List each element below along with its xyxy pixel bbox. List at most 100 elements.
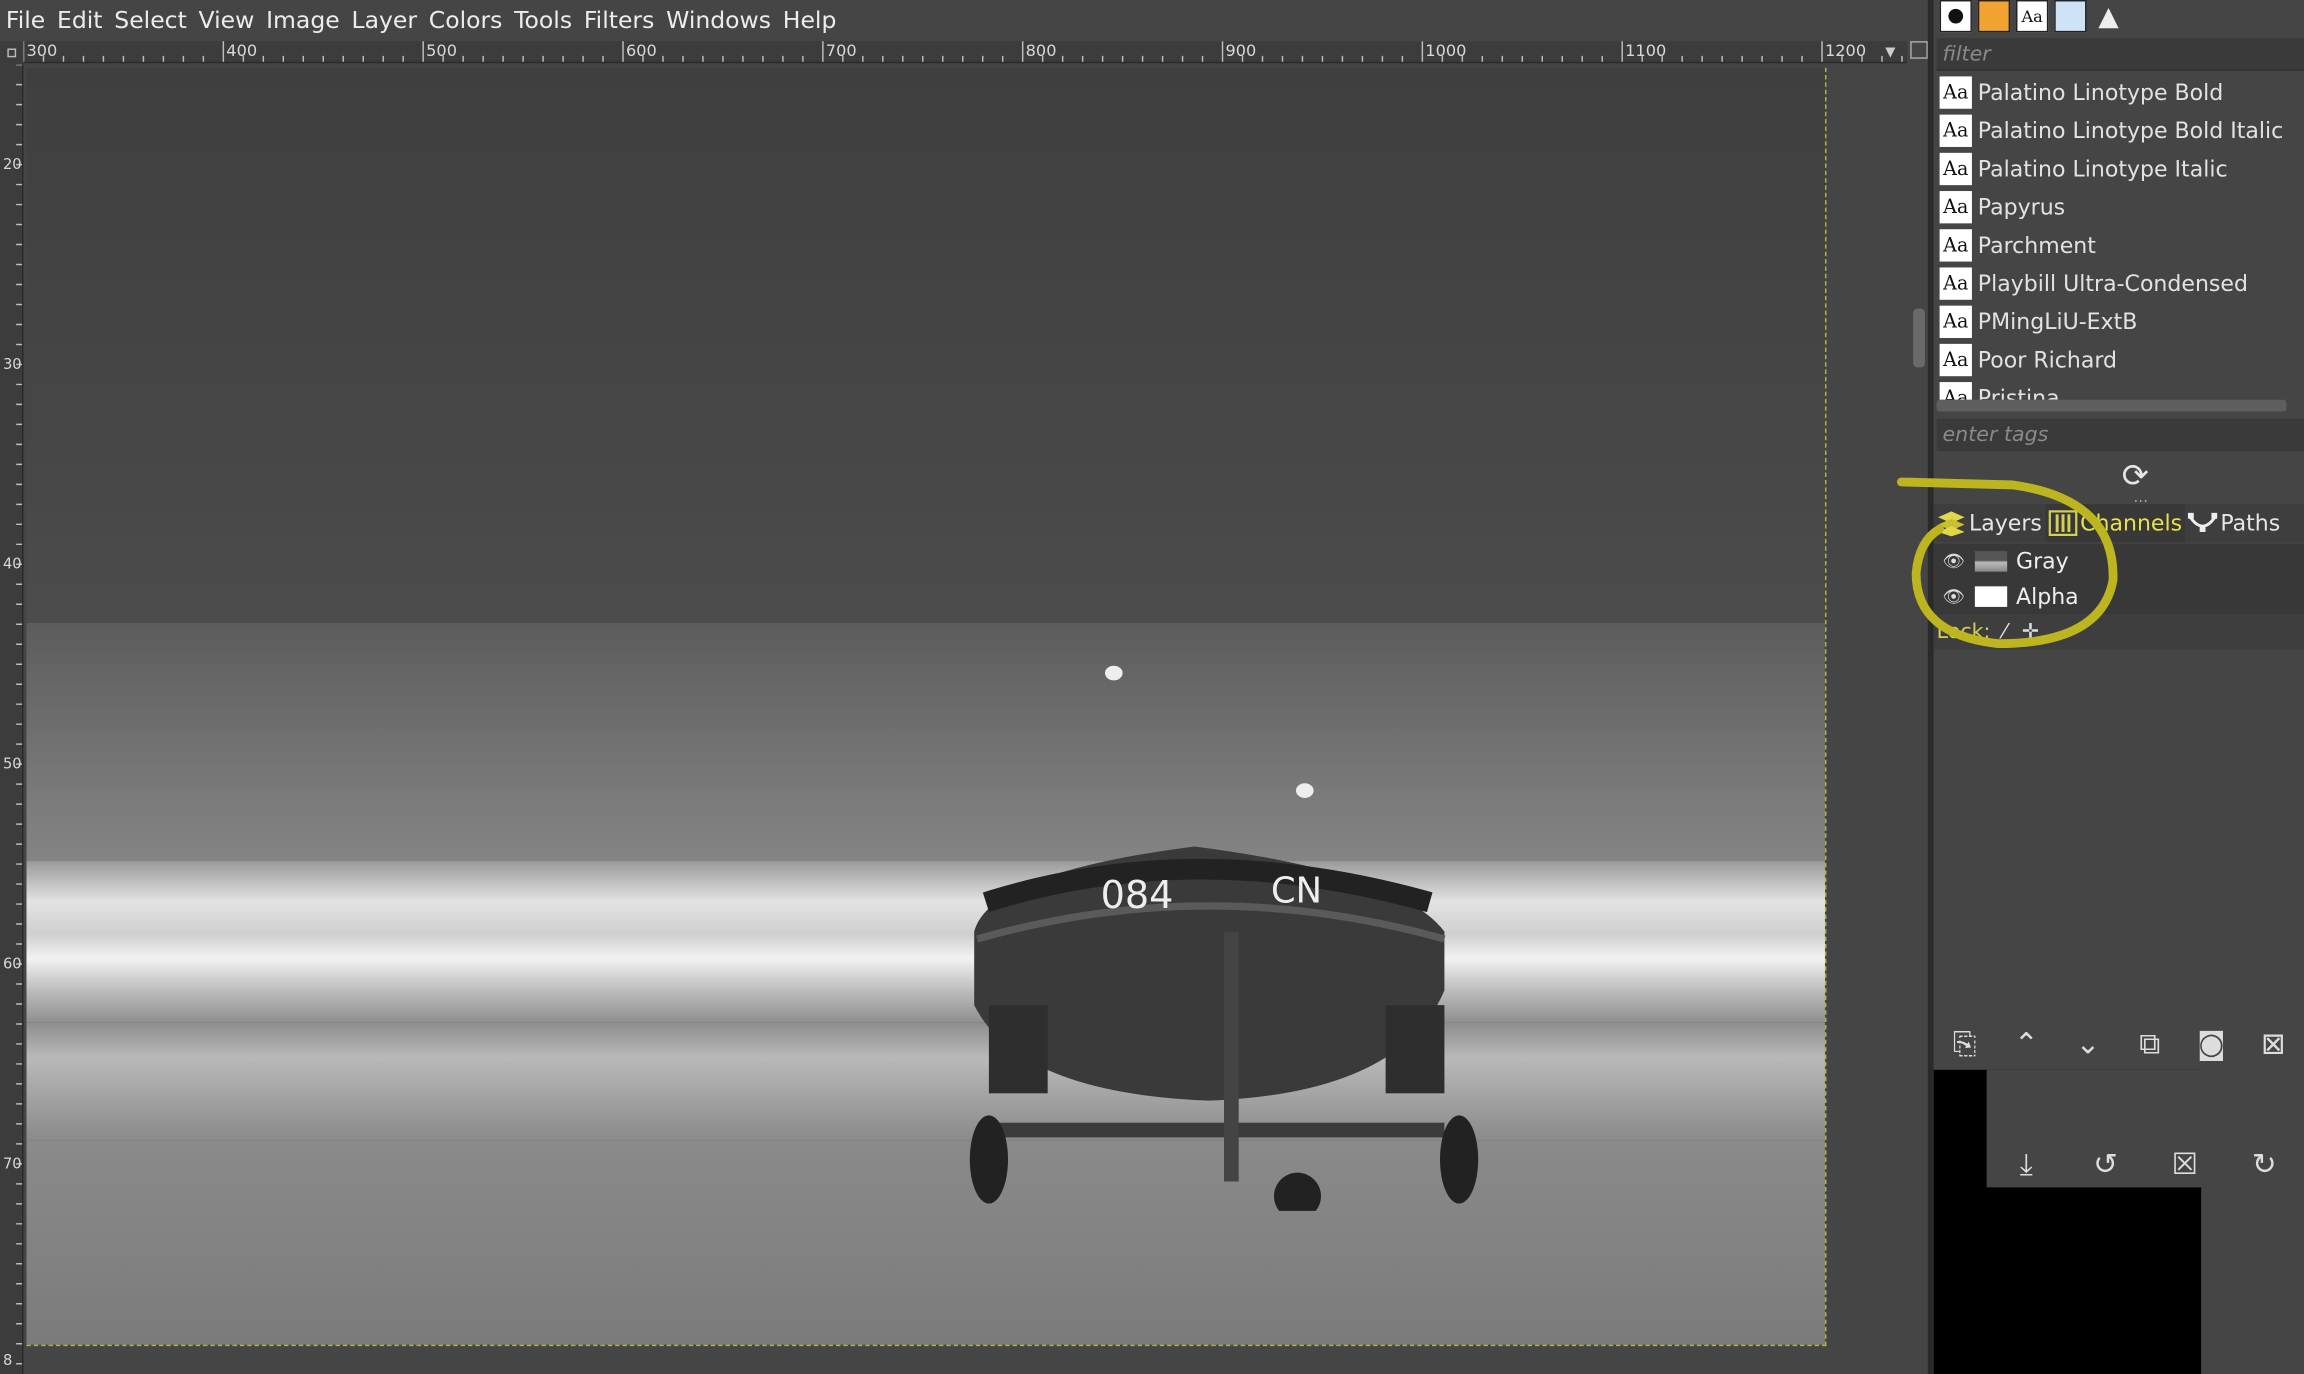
menu-windows[interactable]: Windows: [666, 6, 771, 34]
chevron-down-icon[interactable]: ▼: [1885, 46, 1895, 61]
menu-file[interactable]: File: [6, 6, 45, 34]
font-preview-icon: Aa: [1939, 76, 1972, 109]
list-item[interactable]: Aa Palatino Linotype Bold Italic: [1934, 112, 2304, 150]
font-preview-icon: Aa: [1939, 152, 1972, 186]
delete-channel-icon[interactable]: ⊠: [2251, 1026, 2295, 1061]
font-list-scrollbar[interactable]: [1936, 399, 2287, 412]
menu-edit[interactable]: Edit: [57, 6, 103, 34]
tab-channels[interactable]: Channels: [2044, 504, 2186, 543]
right-dock: Aa ▲ filter Aa Palatino Linotype Bold Aa…: [1933, 0, 2304, 1374]
list-item[interactable]: Aa Pristina: [1934, 379, 2304, 400]
ruler-label: 1100: [1625, 41, 1667, 61]
lock-pixels-icon[interactable]: ⁄: [2003, 620, 2006, 644]
boat-letters: CN: [1271, 870, 1322, 911]
eye-icon[interactable]: 👁: [1943, 551, 1967, 572]
channels-icon: [2048, 510, 2077, 537]
document-history-icon[interactable]: [2054, 0, 2087, 33]
tab-paths[interactable]: Paths: [2185, 504, 2283, 542]
pattern-icon[interactable]: [1977, 0, 2011, 33]
font-preview-icon: Aa: [1939, 114, 1972, 147]
ruler-label: 400: [226, 41, 258, 61]
font-preview-icon: Aa: [1939, 267, 1972, 300]
horizontal-ruler[interactable]: 300 400 500 600 700 800 900 1000 1100 12…: [23, 41, 1908, 64]
buoy: [1296, 783, 1314, 798]
ruler-label: 700: [2, 1156, 22, 1173]
eye-icon[interactable]: 👁: [1943, 586, 1967, 607]
fonts-icon[interactable]: Aa: [2016, 0, 2049, 33]
new-channel-icon[interactable]: ⎘: [1943, 1026, 1987, 1061]
channel-to-selection-icon[interactable]: ◙: [2189, 1026, 2233, 1061]
tab-label: Paths: [2220, 509, 2281, 537]
restore-options-icon[interactable]: ↺: [2084, 1146, 2128, 1181]
list-item[interactable]: Aa Palatino Linotype Bold: [1934, 73, 2304, 111]
layers-icon: [1938, 511, 1965, 537]
channel-row-alpha[interactable]: 👁 Alpha: [1933, 578, 2304, 615]
font-list[interactable]: Aa Palatino Linotype Bold Aa Palatino Li…: [1934, 73, 2304, 400]
tags-input[interactable]: enter tags: [1936, 418, 2304, 452]
boat-number: 084: [1101, 874, 1174, 918]
font-name: Palatino Linotype Italic: [1977, 155, 2228, 183]
list-item[interactable]: Aa Playbill Ultra-Condensed: [1934, 265, 2304, 303]
ruler-label: 300: [2, 357, 22, 374]
list-item[interactable]: Aa Poor Richard: [1934, 341, 2304, 379]
lock-row: Lock: ⁄ ✛: [1933, 614, 2304, 650]
font-name: Papyrus: [1977, 193, 2066, 221]
refresh-icon[interactable]: ⟳: [2122, 458, 2149, 495]
ruler-label: 500: [2, 756, 22, 773]
brush-icon[interactable]: [1939, 0, 1972, 33]
quick-mask-toggle[interactable]: [0, 41, 24, 65]
image-photo[interactable]: 084 CN: [26, 67, 1827, 1347]
menu-view[interactable]: View: [199, 6, 255, 34]
menu-filters[interactable]: Filters: [584, 6, 654, 34]
tab-layers[interactable]: Layers: [1934, 504, 2045, 542]
list-item[interactable]: Aa Papyrus: [1934, 188, 2304, 226]
lock-label: Lock:: [1936, 620, 1991, 644]
image-canvas[interactable]: 084 CN: [23, 64, 1928, 1374]
photo-surf: [26, 861, 1825, 1023]
lower-channel-icon[interactable]: ⌄: [2066, 1026, 2110, 1061]
raise-channel-icon[interactable]: ⌃: [2004, 1026, 2048, 1061]
ruler-label: 400: [2, 556, 22, 574]
navigate-icon[interactable]: [1910, 41, 1928, 59]
lock-position-icon[interactable]: ✛: [2022, 620, 2039, 644]
menu-help[interactable]: Help: [783, 6, 837, 34]
delete-options-icon[interactable]: ☒: [2163, 1146, 2207, 1181]
canvas-scrollbar[interactable]: [1913, 308, 1925, 368]
reset-options-icon[interactable]: ↻: [2242, 1146, 2286, 1181]
font-name: Palatino Linotype Bold: [1977, 79, 2224, 106]
ruler-label: 700: [825, 41, 857, 61]
ruler-label: 200: [2, 157, 22, 174]
list-item[interactable]: Aa PMingLiU-ExtB: [1934, 303, 2304, 341]
menu-image[interactable]: Image: [266, 6, 340, 34]
tab-label: Layers: [1968, 509, 2042, 537]
menu-colors[interactable]: Colors: [429, 6, 503, 34]
menu-layer[interactable]: Layer: [351, 6, 417, 34]
ruler-label: 500: [426, 41, 457, 61]
vertical-ruler[interactable]: 200 300 400 500 600 700 8: [0, 64, 24, 1374]
paths-icon: [2187, 512, 2218, 532]
save-options-icon[interactable]: ⤓: [2004, 1146, 2048, 1181]
channel-thumbnail: [1974, 586, 2008, 607]
channels-list[interactable]: 👁 Gray 👁 Alpha: [1933, 543, 2304, 615]
font-filter-input[interactable]: filter: [1936, 38, 2304, 71]
duplicate-channel-icon[interactable]: ⧉: [2128, 1026, 2172, 1061]
buoy: [1104, 665, 1123, 681]
tags-placeholder: enter tags: [1942, 423, 2049, 447]
ruler-ticks: [16, 64, 23, 1365]
ruler-label: 600: [2, 956, 22, 973]
ruler-label: 1000: [1425, 41, 1467, 61]
tool-presets-icon[interactable]: ▲: [2092, 0, 2125, 33]
menu-select[interactable]: Select: [114, 6, 187, 34]
ruler-label: 600: [625, 41, 657, 61]
font-preview-icon: Aa: [1939, 305, 1972, 338]
channel-row-gray[interactable]: 👁 Gray: [1933, 543, 2304, 579]
font-name: Playbill Ultra-Condensed: [1977, 270, 2248, 297]
menu-tools[interactable]: Tools: [514, 6, 572, 34]
ruler-label: 800: [1025, 41, 1057, 61]
channels-button-bar: ⎘ ⌃ ⌄ ⧉ ◙ ⊠: [1934, 1017, 2304, 1070]
channel-name: Gray: [2016, 548, 2069, 575]
list-item[interactable]: Aa Parchment: [1934, 226, 2304, 264]
dock-tabs: Aa ▲: [1934, 0, 2304, 35]
photo-sky: [26, 67, 1825, 627]
list-item[interactable]: Aa Palatino Linotype Italic: [1934, 150, 2304, 188]
